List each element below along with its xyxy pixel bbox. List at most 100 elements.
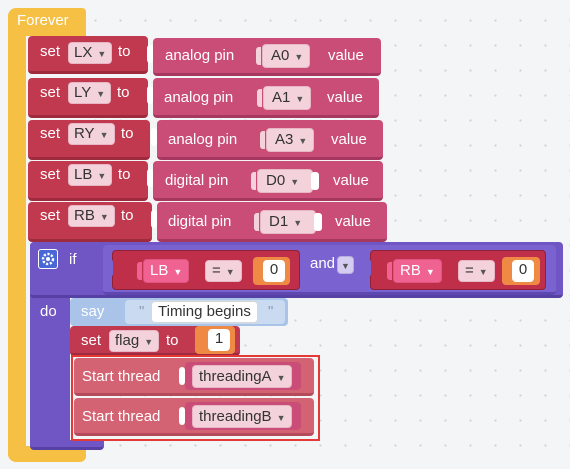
var-name: LB (74, 166, 93, 183)
pin-nib (257, 89, 262, 107)
connector-nib (151, 210, 157, 228)
chevron-down-icon: ▼ (144, 337, 154, 347)
pin-nib (260, 131, 265, 149)
chevron-down-icon: ▼ (478, 267, 488, 277)
pin-dropdown-a3[interactable]: A3 ▼ (266, 128, 315, 152)
number-input-1[interactable]: 1 (208, 329, 230, 351)
chevron-down-icon: ▼ (97, 171, 107, 181)
logic-dropdown[interactable]: ▼ (337, 256, 354, 274)
pin-nib-right (314, 213, 322, 231)
value-label: value (328, 47, 364, 64)
pin-nib (256, 47, 261, 65)
pin-name: A3 (275, 131, 294, 148)
chevron-down-icon: ▼ (298, 136, 308, 146)
var-name: RB (74, 207, 95, 224)
operator: = (465, 262, 474, 279)
set-label: set (40, 166, 61, 183)
source-label: digital pin (168, 213, 232, 230)
value-label: value (335, 213, 371, 230)
gear-icon[interactable] (38, 249, 58, 269)
chevron-down-icon: ▼ (96, 89, 106, 99)
chevron-down-icon: ▼ (99, 130, 109, 140)
connector-nib (147, 86, 153, 104)
var-dropdown-lb[interactable]: LB ▼ (68, 164, 113, 186)
operator-dropdown[interactable]: = ▼ (458, 260, 495, 282)
var-dropdown-flag[interactable]: flag ▼ (109, 330, 160, 352)
value-label: value (333, 172, 369, 189)
set-label: set (40, 207, 61, 224)
pin-dropdown-d0[interactable]: D0 ▼ (257, 169, 313, 193)
highlight-box (71, 355, 320, 441)
connector-nib (147, 45, 153, 63)
pin-dropdown-a1[interactable]: A1 ▼ (263, 86, 312, 110)
to-label: to (121, 125, 134, 142)
var-name: RY (74, 125, 95, 142)
var-dropdown-ry[interactable]: RY ▼ (68, 123, 115, 145)
say-text-input[interactable]: Timing begins (151, 301, 258, 323)
var-name: LX (74, 44, 93, 61)
chevron-down-icon: ▼ (425, 267, 435, 277)
chevron-down-icon: ▼ (294, 52, 304, 62)
connector-nib (365, 259, 371, 277)
source-label: digital pin (165, 172, 229, 189)
chevron-down-icon: ▼ (341, 261, 350, 271)
var-name: LB (150, 262, 169, 279)
pin-name: A0 (271, 47, 290, 64)
and-label: and (310, 255, 336, 272)
var-dropdown-lx[interactable]: LX ▼ (68, 42, 113, 64)
source-label: analog pin (165, 47, 235, 64)
chevron-down-icon: ▼ (290, 177, 300, 187)
if-label: if (69, 251, 77, 268)
chevron-down-icon: ▼ (295, 94, 305, 104)
value-label: value (331, 131, 367, 148)
var-block-lb[interactable]: LB ▼ (143, 259, 190, 283)
pin-name: D1 (269, 213, 289, 230)
var-name: flag (115, 332, 140, 349)
connector-nib (97, 252, 103, 270)
number-input-0[interactable]: 0 (512, 260, 534, 282)
chevron-down-icon: ▼ (293, 218, 303, 228)
pin-dropdown-a0[interactable]: A0 ▼ (262, 44, 311, 68)
operator-dropdown[interactable]: = ▼ (205, 260, 242, 282)
pin-name: D0 (266, 172, 286, 189)
var-block-rb[interactable]: RB ▼ (393, 259, 442, 283)
to-label: to (117, 84, 130, 101)
pin-name: A1 (272, 89, 291, 106)
to-label: to (166, 332, 179, 349)
pin-nib (254, 213, 259, 231)
set-label: set (40, 43, 61, 60)
pin-dropdown-d1[interactable]: D1 ▼ (260, 210, 316, 234)
to-label: to (121, 207, 134, 224)
chevron-down-icon: ▼ (173, 267, 183, 277)
chevron-down-icon: ▼ (225, 267, 235, 277)
chevron-down-icon: ▼ (97, 49, 107, 59)
quote-open: " (139, 303, 145, 320)
var-name: LY (74, 84, 92, 101)
pin-nib-right (311, 172, 319, 190)
chevron-down-icon: ▼ (99, 212, 109, 222)
source-label: analog pin (164, 89, 234, 106)
set-label: set (81, 332, 102, 349)
var-name: RB (400, 262, 421, 279)
forever-arm-right (8, 450, 86, 462)
connector-nib (107, 259, 113, 277)
var-nib (137, 262, 142, 280)
say-label: say (81, 303, 105, 320)
var-dropdown-rb[interactable]: RB ▼ (68, 205, 115, 227)
var-dropdown-ly[interactable]: LY ▼ (68, 82, 112, 104)
source-label: analog pin (168, 131, 238, 148)
set-label: set (40, 84, 61, 101)
to-label: to (118, 166, 131, 183)
connector-nib (147, 169, 153, 187)
do-label: do (40, 303, 57, 320)
set-label: set (40, 125, 61, 142)
operator: = (212, 262, 221, 279)
pin-nib (251, 172, 256, 190)
quote-close: " (268, 303, 274, 320)
value-label: value (327, 89, 363, 106)
var-nib (387, 262, 392, 280)
forever-label: Forever (17, 12, 69, 29)
to-label: to (118, 43, 131, 60)
connector-nib (151, 128, 157, 146)
number-input-0[interactable]: 0 (263, 260, 285, 282)
